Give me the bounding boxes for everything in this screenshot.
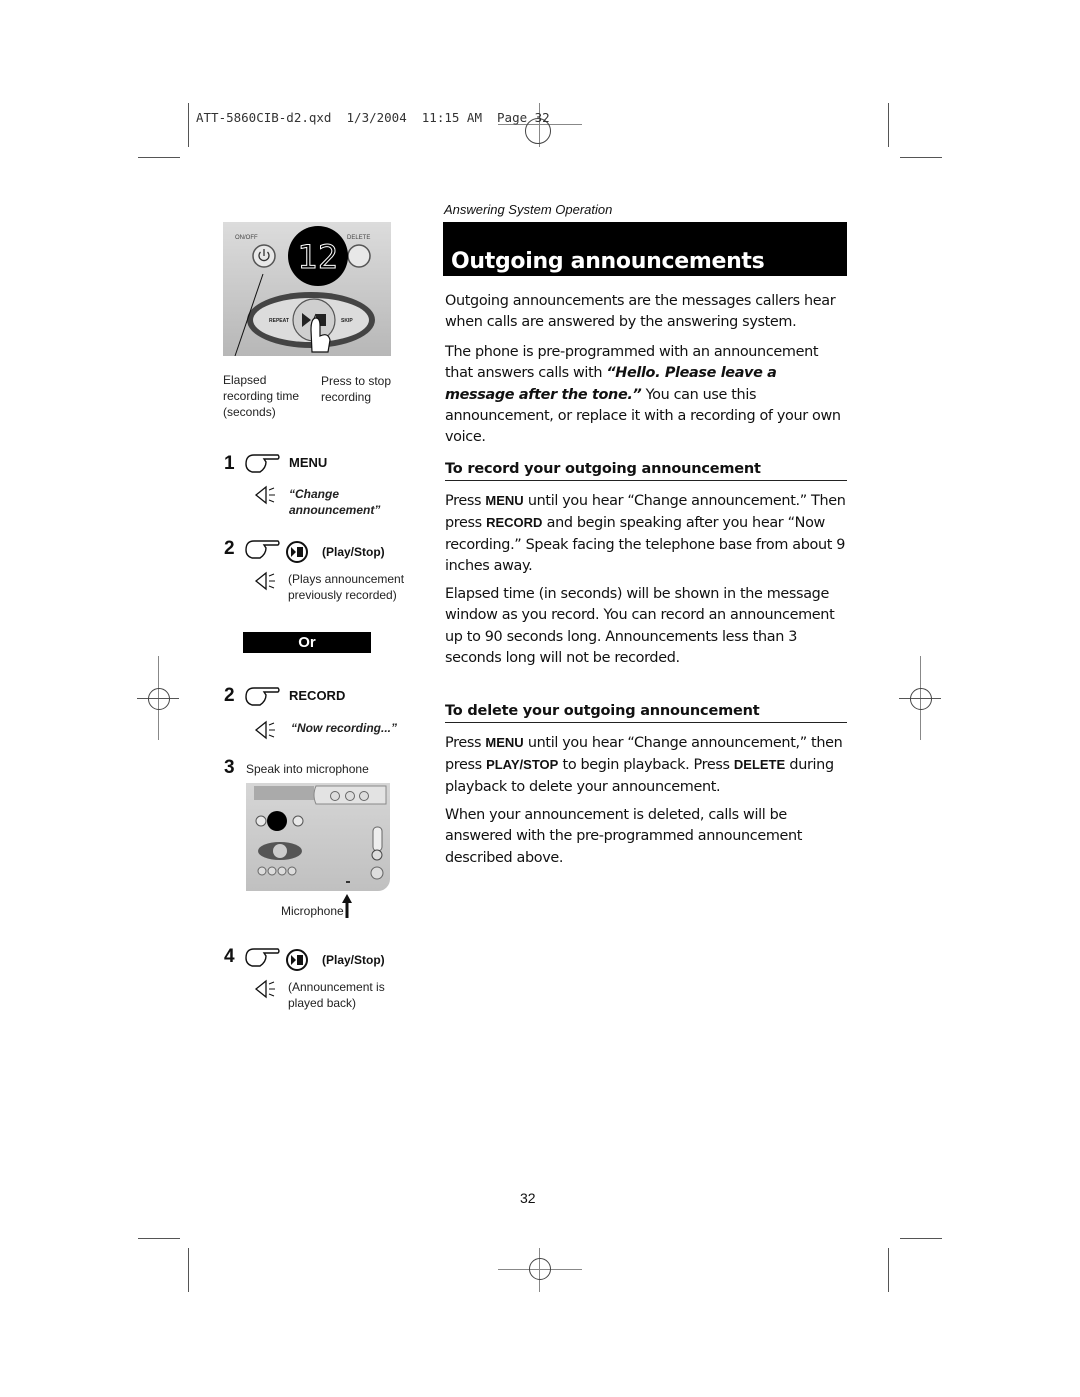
delete-paragraph-1: Press MENU until you hear “Change announ… — [445, 735, 843, 795]
delete-label: DELETE — [347, 235, 370, 241]
record-heading: To record your outgoing announcement — [445, 461, 847, 481]
crop-mark — [188, 1248, 189, 1292]
arrow-up-icon — [342, 894, 352, 918]
page-number: 32 — [520, 1190, 536, 1206]
step-number: 2 — [224, 685, 235, 706]
speaker-icon — [254, 485, 275, 505]
speaker-icon — [254, 720, 275, 740]
speaker-grille — [254, 786, 314, 800]
pointing-hand-icon — [245, 687, 280, 706]
record-key: RECORD — [486, 515, 543, 531]
crop-mark — [138, 157, 180, 158]
play-stop-icon — [286, 949, 308, 971]
menu-button-label: MENU — [289, 455, 328, 470]
microphone-label: Microphone — [281, 904, 344, 918]
step-instruction: Speak into microphone — [246, 762, 369, 776]
play-stop-button-label: (Play/Stop) — [322, 545, 385, 559]
title-bar: Outgoing announcements — [443, 222, 847, 276]
step-note: (Announcement is played back) — [288, 980, 385, 1010]
play-stop-button-label: (Play/Stop) — [322, 953, 385, 967]
record-paragraph-1: Press MENU until you hear “Change announ… — [445, 493, 846, 574]
speaker-icon — [254, 979, 275, 999]
crop-mark — [188, 103, 189, 147]
caption-press-to-stop: Press to stop recording — [321, 374, 392, 404]
crop-mark — [900, 157, 942, 158]
registration-mark — [910, 688, 932, 710]
play-stop-key: PLAY/STOP — [486, 757, 559, 773]
on-off-label: ON/OFF — [235, 235, 258, 241]
or-divider: Or — [243, 632, 371, 653]
crop-mark — [900, 1238, 942, 1239]
intro-paragraph: Outgoing announcements are the messages … — [445, 293, 836, 331]
print-slug: ATT-5860CIB-d2.qxd 1/3/2004 11:15 AM Pag… — [196, 110, 550, 125]
crop-mark — [888, 103, 889, 147]
pointing-hand-icon — [245, 540, 280, 559]
registration-mark — [148, 688, 170, 710]
svg-text:REPEAT: REPEAT — [269, 318, 289, 324]
answering-machine-illustration: ON/OFF DELETE 12 REPEAT SKIP — [234, 226, 375, 357]
page-title: Outgoing announcements — [451, 249, 765, 274]
delete-paragraph-2: When your announcement is deleted, calls… — [445, 807, 803, 866]
delete-button-icon — [347, 244, 371, 268]
elapsed-time-readout: 12 — [298, 238, 339, 276]
delete-heading: To delete your outgoing announcement — [445, 703, 847, 723]
record-paragraph-2: Elapsed time (in seconds) will be shown … — [445, 586, 835, 666]
menu-key: MENU — [485, 735, 524, 750]
menu-key: MENU — [485, 493, 524, 508]
voice-prompt: “Change announcement” — [289, 487, 381, 517]
step-note: (Plays announcement previously recorded) — [288, 572, 405, 602]
pointing-hand-icon — [245, 948, 280, 967]
step-number: 4 — [224, 946, 235, 967]
record-button-label: RECORD — [289, 688, 346, 703]
step-number: 1 — [224, 453, 235, 474]
caption-elapsed-time: Elapsed recording time (seconds) — [223, 373, 300, 419]
delete-key: DELETE — [733, 757, 786, 773]
preprogrammed-paragraph: The phone is pre-programmed with an anno… — [445, 344, 841, 446]
play-stop-icon — [286, 541, 308, 563]
answering-machine-closeup: ON/OFF DELETE 12 REPEAT SKIP — [223, 222, 391, 357]
step-number: 3 — [224, 757, 235, 778]
voice-prompt: “Now recording...” — [291, 721, 398, 735]
crop-mark — [888, 1248, 889, 1292]
pointing-hand-icon — [245, 454, 280, 473]
registration-mark — [529, 1258, 551, 1280]
crop-mark — [138, 1238, 180, 1239]
microphone-hole — [346, 881, 350, 883]
display-window — [267, 811, 287, 831]
svg-text:SKIP: SKIP — [341, 318, 353, 324]
telephone-base-illustration — [246, 783, 390, 891]
section-label: Answering System Operation — [444, 202, 613, 217]
speaker-icon — [254, 571, 275, 591]
step-number: 2 — [224, 538, 235, 559]
